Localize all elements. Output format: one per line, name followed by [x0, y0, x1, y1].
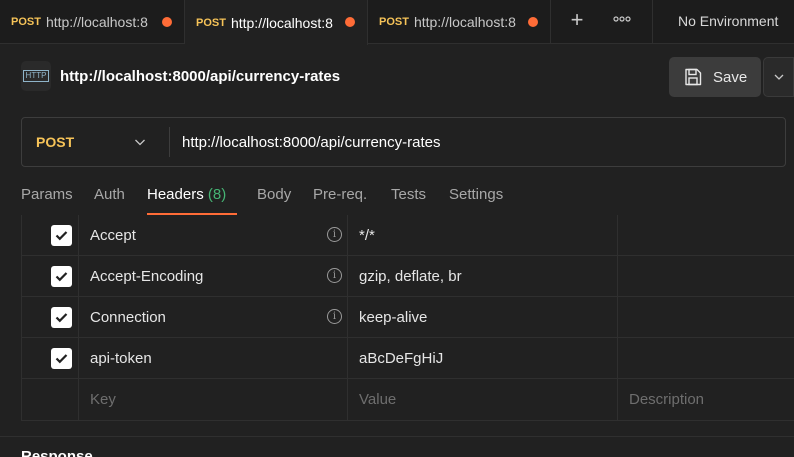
http-icon-label: HTTP [22, 70, 50, 82]
header-value-cell[interactable]: aBcDeFgHiJ [348, 338, 618, 379]
description-placeholder: Description [629, 391, 705, 408]
value-placeholder: Value [359, 391, 397, 408]
key-placeholder: Key [90, 391, 116, 408]
environment-divider [652, 0, 653, 44]
header-key-cell[interactable]: api-token [79, 338, 348, 379]
headers-table: Accept i */* Accept-Encoding i gzip, def… [21, 215, 794, 421]
header-key: api-token [90, 350, 152, 367]
tab-headers[interactable]: Headers (8) [147, 186, 226, 203]
header-value-cell[interactable]: gzip, deflate, br [348, 256, 618, 297]
save-button[interactable]: Save [669, 57, 761, 97]
url-bar: POST http://localhost:8000/api/currency-… [21, 117, 786, 167]
headers-count: (8) [207, 186, 227, 203]
header-enabled-checkbox[interactable] [51, 225, 72, 246]
tab-prereq[interactable]: Pre-req. [313, 186, 367, 203]
request-tab-3[interactable]: POST http://localhost:8 [368, 0, 551, 44]
chevron-down-icon [774, 74, 783, 80]
new-header-value-input[interactable]: Value [348, 379, 618, 420]
header-key: Connection [90, 309, 166, 326]
save-label: Save [713, 68, 748, 86]
header-value: */* [359, 227, 375, 244]
tab-params[interactable]: Params [21, 186, 73, 203]
new-header-key-input[interactable]: Key [79, 379, 348, 420]
unsaved-dot-icon [162, 17, 172, 27]
check-icon [55, 272, 68, 282]
save-options-button[interactable] [763, 57, 794, 97]
tab-auth[interactable]: Auth [94, 186, 125, 203]
header-enabled-checkbox[interactable] [51, 307, 72, 328]
info-icon[interactable]: i [327, 227, 342, 242]
header-key: Accept [90, 227, 136, 244]
row-check-cell [22, 338, 79, 379]
header-description-cell[interactable] [618, 338, 794, 379]
url-input[interactable]: http://localhost:8000/api/currency-rates [182, 118, 772, 166]
check-icon [55, 231, 68, 241]
header-enabled-checkbox[interactable] [51, 348, 72, 369]
tab-url: http://localhost:8 [230, 14, 333, 31]
table-row: Accept i */* [22, 215, 794, 256]
request-tab-1[interactable]: POST http://localhost:8 [0, 0, 185, 44]
chevron-down-icon [135, 139, 145, 146]
header-description-cell[interactable] [618, 297, 794, 338]
plus-icon[interactable]: + [566, 9, 588, 33]
response-divider [0, 436, 794, 437]
new-header-description-input[interactable]: Description [618, 379, 794, 420]
request-title[interactable]: http://localhost:8000/api/currency-rates [60, 68, 340, 85]
tab-tests[interactable]: Tests [391, 186, 426, 203]
info-icon[interactable]: i [327, 268, 342, 283]
tab-method: POST [379, 16, 409, 28]
header-key: Accept-Encoding [90, 268, 204, 285]
tab-method: POST [11, 16, 41, 28]
header-key-cell[interactable]: Accept-Encoding i [79, 256, 348, 297]
tab-headers-label: Headers [147, 186, 204, 203]
header-description-cell[interactable] [618, 256, 794, 297]
row-check-cell [22, 297, 79, 338]
row-check-cell [22, 215, 79, 256]
header-value: keep-alive [359, 309, 428, 326]
row-check-cell [22, 256, 79, 297]
check-icon [55, 313, 68, 323]
header-enabled-checkbox[interactable] [51, 266, 72, 287]
info-icon[interactable]: i [327, 309, 342, 324]
header-value-cell[interactable]: */* [348, 215, 618, 256]
tab-settings[interactable]: Settings [449, 186, 503, 203]
header-value: aBcDeFgHiJ [359, 350, 444, 367]
response-heading: Response [21, 448, 93, 457]
table-row-new: Key Value Description [22, 379, 794, 420]
tab-url: http://localhost:8 [45, 14, 148, 30]
row-check-cell [22, 379, 79, 420]
tab-bar: POST http://localhost:8 POST http://loca… [0, 0, 794, 45]
table-row: Connection i keep-alive [22, 297, 794, 338]
method-label: POST [36, 134, 75, 150]
request-tab-2[interactable]: POST http://localhost:8 [185, 0, 368, 45]
unsaved-dot-icon [345, 17, 355, 27]
table-row: api-token aBcDeFgHiJ [22, 338, 794, 379]
url-divider [169, 127, 170, 157]
header-value: gzip, deflate, br [359, 268, 462, 285]
tab-url: http://localhost:8 [413, 14, 516, 30]
table-row: Accept-Encoding i gzip, deflate, br [22, 256, 794, 297]
header-key-cell[interactable]: Accept i [79, 215, 348, 256]
http-request-icon: HTTP [21, 61, 51, 91]
header-key-cell[interactable]: Connection i [79, 297, 348, 338]
check-icon [55, 354, 68, 364]
environment-selector[interactable]: No Environment [678, 13, 778, 29]
tab-body[interactable]: Body [257, 186, 291, 203]
unsaved-dot-icon [528, 17, 538, 27]
tab-method: POST [196, 16, 226, 29]
ellipsis-icon[interactable] [611, 12, 633, 32]
header-description-cell[interactable] [618, 215, 794, 256]
header-value-cell[interactable]: keep-alive [348, 297, 618, 338]
method-select[interactable]: POST [22, 118, 169, 166]
save-icon [685, 68, 702, 86]
